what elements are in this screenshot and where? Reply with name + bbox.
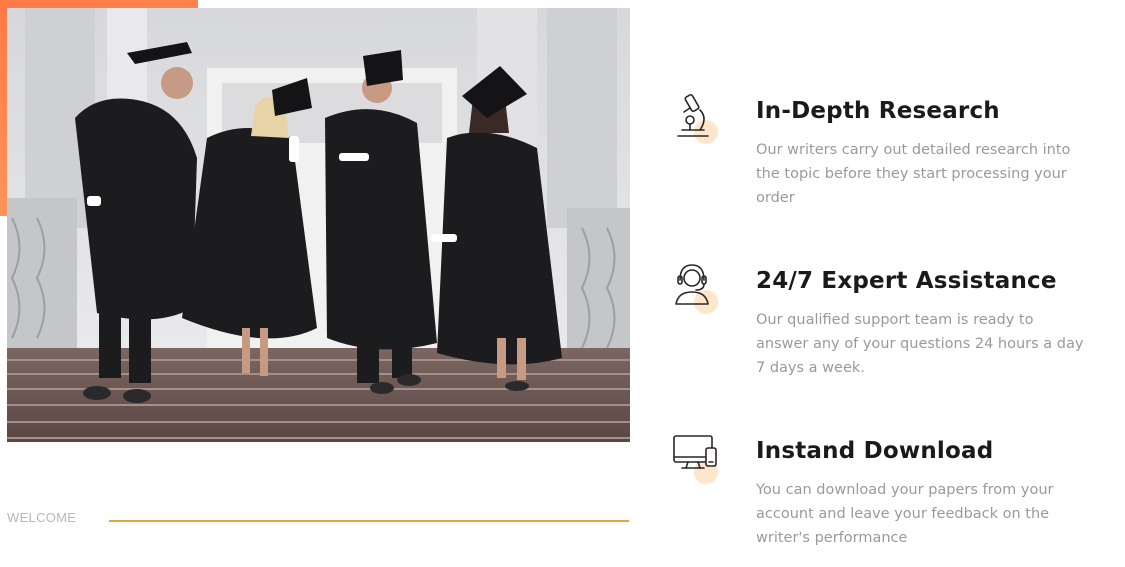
- feature-title: 24/7 Expert Assistance: [756, 268, 1057, 294]
- welcome-divider-line: [109, 520, 629, 522]
- headset-icon: [670, 260, 726, 316]
- feature-description: Our qualified support team is ready to a…: [756, 312, 1084, 376]
- feature-title: In-Depth Research: [756, 98, 1000, 124]
- hero-image: [7, 8, 630, 442]
- welcome-label: WELCOME: [7, 510, 77, 525]
- welcome-row: WELCOME: [7, 508, 630, 528]
- microscope-icon: [670, 90, 726, 146]
- devices-icon: [670, 430, 726, 486]
- feature-description: Our writers carry out detailed research …: [756, 142, 1071, 206]
- feature-title: Instand Download: [756, 438, 994, 464]
- feature-description: You can download your papers from your a…: [756, 482, 1054, 546]
